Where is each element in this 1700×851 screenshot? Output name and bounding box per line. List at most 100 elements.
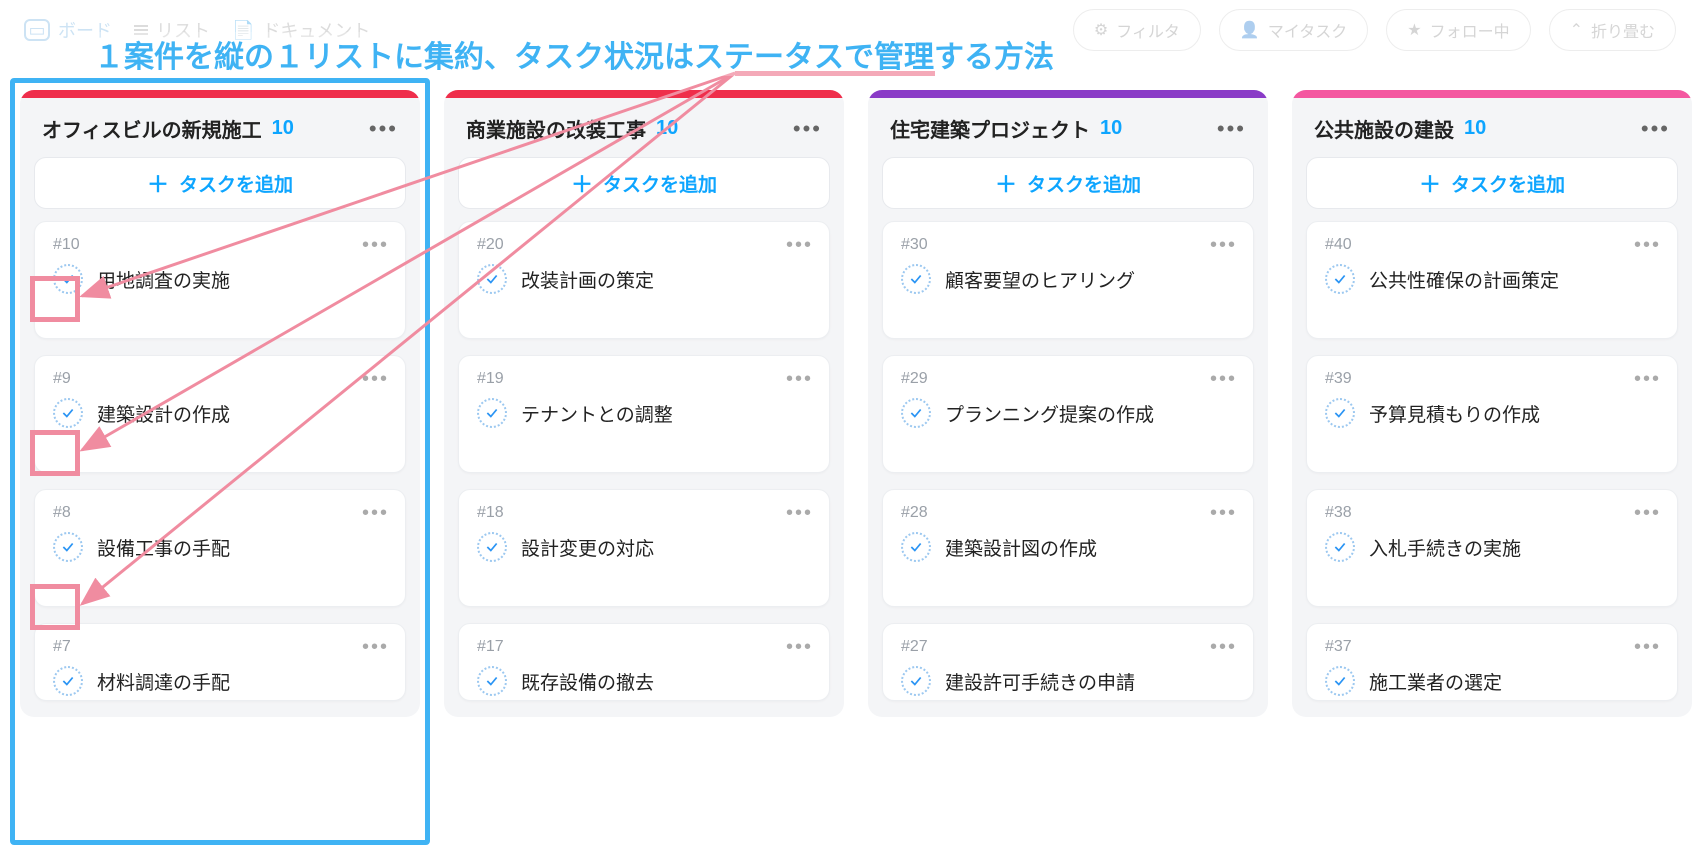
card-menu-button[interactable]: ••• <box>362 368 389 391</box>
check-icon[interactable] <box>901 264 931 294</box>
list-header: 住宅建築プロジェクト 10 ••• <box>868 98 1268 157</box>
task-card[interactable]: #30 ••• 顧客要望のヒアリング <box>882 221 1254 339</box>
card-id: #10 <box>53 236 387 254</box>
check-icon[interactable] <box>901 666 931 696</box>
task-card[interactable]: #20 ••• 改装計画の策定 <box>458 221 830 339</box>
check-icon[interactable] <box>901 532 931 562</box>
check-icon[interactable] <box>1325 264 1355 294</box>
card-id: #28 <box>901 504 1235 522</box>
card-title: 既存設備の撤去 <box>521 668 654 695</box>
list-housing-project: 住宅建築プロジェクト 10 ••• ＋ タスクを追加 #30 ••• 顧客要望の… <box>868 90 1268 717</box>
card-title: 建築設計図の作成 <box>945 534 1097 561</box>
check-icon[interactable] <box>477 666 507 696</box>
card-title: 改装計画の策定 <box>521 266 654 293</box>
check-icon[interactable] <box>53 532 83 562</box>
card-id: #20 <box>477 236 811 254</box>
board: オフィスビルの新規施工 10 ••• ＋ タスクを追加 #10 ••• 用地調査… <box>0 60 1700 717</box>
check-icon[interactable] <box>1325 666 1355 696</box>
add-task-button[interactable]: ＋ タスクを追加 <box>1306 157 1678 209</box>
card-menu-button[interactable]: ••• <box>786 234 813 257</box>
list-menu-button[interactable]: ••• <box>1217 116 1246 142</box>
list-header: 商業施設の改装工事 10 ••• <box>444 98 844 157</box>
task-card[interactable]: #29 ••• プランニング提案の作成 <box>882 355 1254 473</box>
task-card[interactable]: #19 ••• テナントとの調整 <box>458 355 830 473</box>
task-card[interactable]: #9 ••• 建築設計の作成 <box>34 355 406 473</box>
list-menu-button[interactable]: ••• <box>1641 116 1670 142</box>
add-task-button[interactable]: ＋ タスクを追加 <box>34 157 406 209</box>
list-title: 住宅建築プロジェクト <box>890 114 1090 143</box>
task-card[interactable]: #18 ••• 設計変更の対応 <box>458 489 830 607</box>
card-id: #17 <box>477 638 811 656</box>
add-task-label: タスクを追加 <box>1451 170 1565 197</box>
list-count: 10 <box>272 117 294 140</box>
card-id: #38 <box>1325 504 1659 522</box>
card-menu-button[interactable]: ••• <box>1210 636 1237 659</box>
card-menu-button[interactable]: ••• <box>362 234 389 257</box>
card-title: テナントとの調整 <box>521 400 673 427</box>
check-icon[interactable] <box>477 398 507 428</box>
task-card[interactable]: #10 ••• 用地調査の実施 <box>34 221 406 339</box>
card-title: プランニング提案の作成 <box>945 400 1154 427</box>
card-title: 設備工事の手配 <box>97 534 230 561</box>
card-title: 顧客要望のヒアリング <box>945 266 1135 293</box>
card-id: #9 <box>53 370 387 388</box>
card-menu-button[interactable]: ••• <box>1634 368 1661 391</box>
task-card[interactable]: #8 ••• 設備工事の手配 <box>34 489 406 607</box>
card-title: 施工業者の選定 <box>1369 668 1502 695</box>
check-icon[interactable] <box>53 398 83 428</box>
card-id: #30 <box>901 236 1235 254</box>
task-card[interactable]: #37 ••• 施工業者の選定 <box>1306 623 1678 701</box>
card-title: 設計変更の対応 <box>521 534 654 561</box>
check-icon[interactable] <box>1325 532 1355 562</box>
mytask-button[interactable]: 👤 マイタスク <box>1219 9 1368 51</box>
card-menu-button[interactable]: ••• <box>1634 636 1661 659</box>
list-strip <box>444 90 844 98</box>
collapse-button[interactable]: ⌃ 折り畳む <box>1549 9 1676 51</box>
follow-button[interactable]: ★ フォロー中 <box>1386 9 1530 51</box>
collapse-label: 折り畳む <box>1591 18 1655 42</box>
list-office-building: オフィスビルの新規施工 10 ••• ＋ タスクを追加 #10 ••• 用地調査… <box>20 90 420 717</box>
list-menu-button[interactable]: ••• <box>793 116 822 142</box>
list-count: 10 <box>656 117 678 140</box>
task-card[interactable]: #27 ••• 建設許可手続きの申請 <box>882 623 1254 701</box>
card-id: #37 <box>1325 638 1659 656</box>
check-icon[interactable] <box>477 264 507 294</box>
add-task-label: タスクを追加 <box>603 170 717 197</box>
card-menu-button[interactable]: ••• <box>1210 368 1237 391</box>
card-menu-button[interactable]: ••• <box>1210 234 1237 257</box>
list-title: 商業施設の改装工事 <box>466 114 646 143</box>
card-menu-button[interactable]: ••• <box>786 502 813 525</box>
card-title: 予算見積もりの作成 <box>1369 400 1540 427</box>
list-count: 10 <box>1464 117 1486 140</box>
list-menu-button[interactable]: ••• <box>369 116 398 142</box>
card-menu-button[interactable]: ••• <box>362 502 389 525</box>
check-icon[interactable] <box>477 532 507 562</box>
list-commercial-renovation: 商業施設の改装工事 10 ••• ＋ タスクを追加 #20 ••• 改装計画の策… <box>444 90 844 717</box>
card-menu-button[interactable]: ••• <box>1210 502 1237 525</box>
task-card[interactable]: #7 ••• 材料調達の手配 <box>34 623 406 701</box>
card-menu-button[interactable]: ••• <box>786 636 813 659</box>
mytask-label: マイタスク <box>1268 18 1347 42</box>
check-icon[interactable] <box>53 264 83 294</box>
check-icon[interactable] <box>901 398 931 428</box>
card-menu-button[interactable]: ••• <box>1634 234 1661 257</box>
card-title: 用地調査の実施 <box>97 266 230 293</box>
add-task-button[interactable]: ＋ タスクを追加 <box>458 157 830 209</box>
task-card[interactable]: #39 ••• 予算見積もりの作成 <box>1306 355 1678 473</box>
card-menu-button[interactable]: ••• <box>786 368 813 391</box>
check-icon[interactable] <box>1325 398 1355 428</box>
follow-label: フォロー中 <box>1430 18 1510 42</box>
task-card[interactable]: #38 ••• 入札手続きの実施 <box>1306 489 1678 607</box>
task-card[interactable]: #28 ••• 建築設計図の作成 <box>882 489 1254 607</box>
list-title: オフィスビルの新規施工 <box>42 114 262 143</box>
card-menu-button[interactable]: ••• <box>1634 502 1661 525</box>
check-icon[interactable] <box>53 666 83 696</box>
card-title: 建築設計の作成 <box>97 400 230 427</box>
task-card[interactable]: #40 ••• 公共性確保の計画策定 <box>1306 221 1678 339</box>
add-task-label: タスクを追加 <box>179 170 293 197</box>
card-menu-button[interactable]: ••• <box>362 636 389 659</box>
filter-button[interactable]: ⚙ フィルタ <box>1073 9 1201 51</box>
task-card[interactable]: #17 ••• 既存設備の撤去 <box>458 623 830 701</box>
card-id: #18 <box>477 504 811 522</box>
add-task-button[interactable]: ＋ タスクを追加 <box>882 157 1254 209</box>
